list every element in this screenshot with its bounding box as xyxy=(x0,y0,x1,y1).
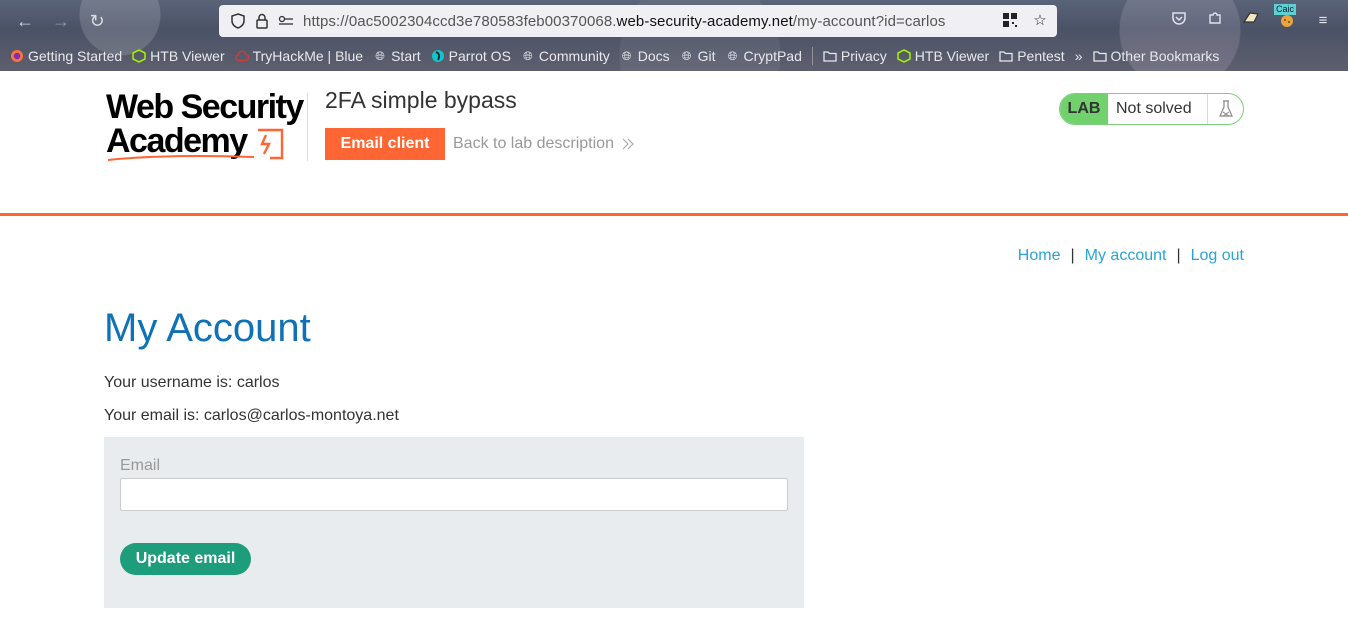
bookmark-item[interactable]: 🌐︎ Git xyxy=(680,48,716,64)
double-chevron-right-icon xyxy=(622,138,634,150)
logo-underline-swoosh xyxy=(107,155,255,161)
bookmark-item[interactable]: Getting Started xyxy=(10,48,122,64)
globe-icon: 🌐︎ xyxy=(375,48,385,63)
bookmarks-bar: Getting Started HTB Viewer TryHackMe | B… xyxy=(10,45,1229,67)
back-arrow-icon[interactable]: ← xyxy=(14,10,36,32)
bookmark-item[interactable]: 🌐︎ Start xyxy=(373,48,420,64)
globe-icon: 🌐︎ xyxy=(727,48,738,63)
parrot-icon xyxy=(431,49,445,63)
extension-badge: Caic xyxy=(1274,4,1297,15)
url-text: https://0ac5002304ccd3e780583feb00370068… xyxy=(303,12,946,30)
folder-icon xyxy=(823,49,837,63)
menu-hamburger-icon[interactable]: ≡ xyxy=(1312,10,1334,32)
bookmark-item[interactable]: HTB Viewer xyxy=(132,48,225,64)
globe-icon: 🌐︎ xyxy=(621,48,632,63)
home-link[interactable]: Home xyxy=(1018,247,1061,265)
bookmarks-overflow-chevron-icon[interactable]: » xyxy=(1075,48,1083,64)
lab-status-tag: LAB xyxy=(1060,94,1108,124)
folder-icon xyxy=(1092,49,1107,63)
bookmark-item[interactable]: 🌐︎ Community xyxy=(521,48,610,64)
lock-icon[interactable] xyxy=(253,12,271,30)
flask-icon xyxy=(1207,94,1243,124)
firefox-icon xyxy=(10,49,24,63)
lab-status-text: Not solved xyxy=(1116,100,1192,117)
log-out-link[interactable]: Log out xyxy=(1191,247,1244,265)
nav-separator: | xyxy=(1176,247,1181,264)
folder-icon xyxy=(999,49,1013,63)
bookmark-item[interactable]: Parrot OS xyxy=(431,48,511,64)
forward-arrow-icon[interactable]: → xyxy=(50,10,72,32)
url-bar[interactable]: https://0ac5002304ccd3e780583feb00370068… xyxy=(219,5,1057,37)
browser-toolbar: ← → ↻ https://0ac5002304ccd3e780583feb00… xyxy=(0,0,1348,71)
cloud-icon xyxy=(234,49,249,63)
lab-title: 2FA simple bypass xyxy=(325,87,517,113)
hackbar-extension-icon[interactable] xyxy=(1240,10,1262,32)
reload-icon[interactable]: ↻ xyxy=(86,10,108,32)
bookmark-item[interactable]: 🌐︎ Docs xyxy=(620,48,670,64)
web-security-academy-logo[interactable]: Web Security Academy xyxy=(106,90,306,165)
page-title: My Account xyxy=(104,306,311,350)
email-info: Your email is: carlos@carlos-montoya.net xyxy=(104,407,399,424)
nav-separator: | xyxy=(1070,247,1075,264)
cube-icon xyxy=(132,49,146,63)
cube-icon xyxy=(896,49,911,63)
globe-icon: 🌐︎ xyxy=(523,48,533,63)
logo-line-1: Web Security xyxy=(106,88,304,126)
other-bookmarks-folder[interactable]: Other Bookmarks xyxy=(1092,48,1219,64)
bookmark-folder[interactable]: Pentest xyxy=(999,48,1065,64)
username-info: Your username is: carlos xyxy=(104,374,280,391)
academy-logo-mark-icon xyxy=(258,128,284,160)
shield-icon[interactable] xyxy=(229,12,247,30)
back-to-lab-description-link[interactable]: Back to lab description xyxy=(453,135,634,153)
bookmark-item[interactable]: HTB Viewer xyxy=(896,48,989,64)
cookie-extension-icon[interactable]: Caic xyxy=(1274,4,1298,32)
update-email-button[interactable]: Update email xyxy=(120,543,251,575)
bookmark-star-icon[interactable]: ☆ xyxy=(1031,12,1049,30)
email-client-button[interactable]: Email client xyxy=(325,128,445,160)
change-email-form: Email Update email xyxy=(104,437,804,608)
bookmark-separator xyxy=(811,47,813,65)
lab-status-widget: LAB Not solved xyxy=(1059,93,1244,125)
globe-icon: 🌐︎ xyxy=(681,48,692,63)
bookmark-item[interactable]: TryHackMe | Blue xyxy=(234,48,363,64)
email-input[interactable] xyxy=(120,478,788,511)
pocket-icon[interactable] xyxy=(1168,10,1190,32)
lab-header: Web Security Academy 2FA simple bypass E… xyxy=(0,71,1348,216)
email-label: Email xyxy=(120,457,161,474)
header-divider xyxy=(307,93,308,161)
my-account-link[interactable]: My account xyxy=(1085,247,1167,265)
bookmark-item[interactable]: 🌐︎ CryptPad xyxy=(726,48,802,64)
permissions-icon[interactable] xyxy=(277,12,295,30)
account-navigation: Home | My account | Log out xyxy=(1018,247,1244,265)
extensions-icon[interactable] xyxy=(1204,10,1226,32)
qr-code-icon[interactable] xyxy=(1001,12,1019,30)
back-link-label: Back to lab description xyxy=(453,135,614,152)
bookmark-folder[interactable]: Privacy xyxy=(823,48,887,64)
